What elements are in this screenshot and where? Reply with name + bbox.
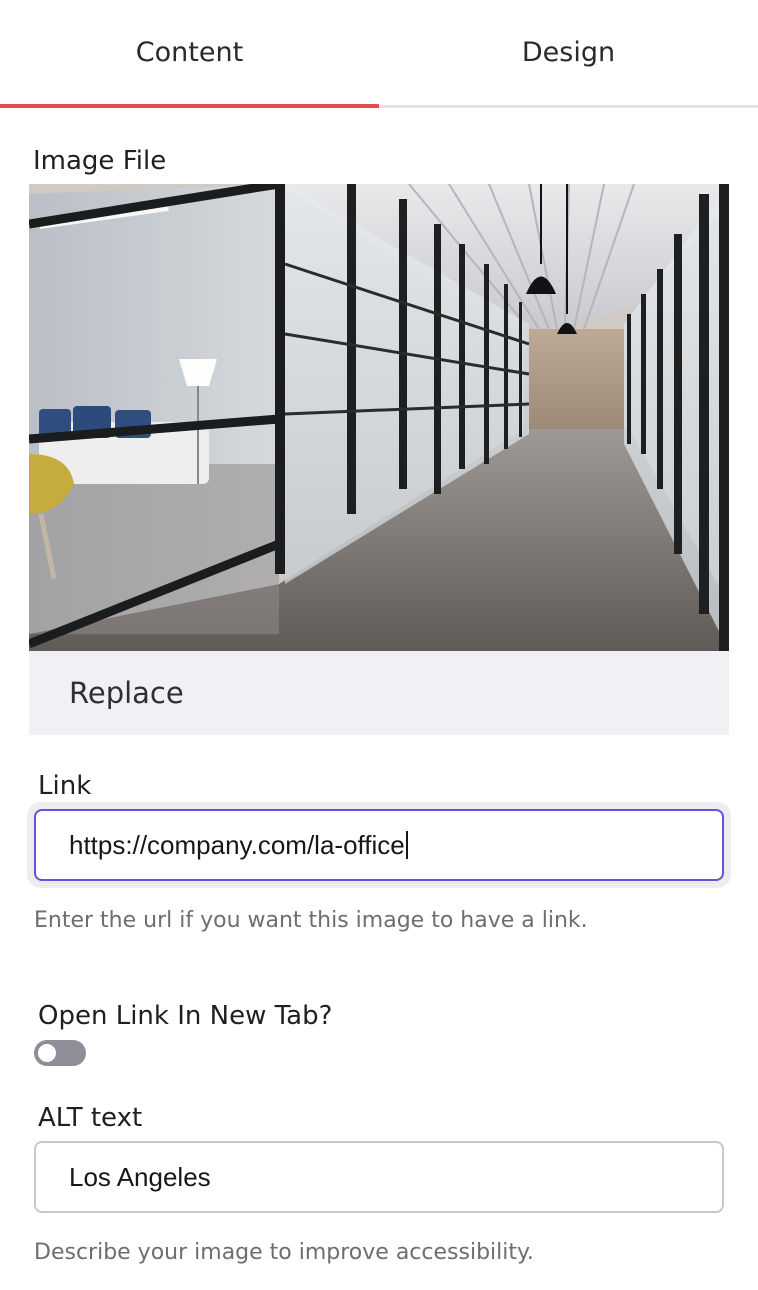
image-preview <box>29 184 729 651</box>
link-label: Link <box>38 771 92 801</box>
link-help-text: Enter the url if you want this image to … <box>34 908 588 933</box>
alt-help-text: Describe your image to improve accessibi… <box>34 1240 534 1265</box>
text-cursor <box>405 831 408 859</box>
replace-image-button[interactable]: Replace <box>29 651 729 735</box>
link-input[interactable]: https://company.com/la-office <box>34 809 724 881</box>
toggle-knob <box>38 1044 56 1062</box>
office-corridor-image <box>29 184 729 651</box>
active-tab-indicator <box>0 104 379 108</box>
replace-label: Replace <box>69 676 184 710</box>
new-tab-label: Open Link In New Tab? <box>38 1001 333 1031</box>
link-input-value: https://company.com/la-office <box>69 829 405 860</box>
alt-text-input[interactable]: Los Angeles <box>34 1141 724 1213</box>
alt-text-value: Los Angeles <box>69 1161 211 1192</box>
tab-content-label: Content <box>135 37 244 68</box>
tab-design-label: Design <box>521 37 616 68</box>
alt-text-label: ALT text <box>38 1103 143 1133</box>
image-file-label: Image File <box>33 146 167 176</box>
tab-divider <box>379 105 758 108</box>
tab-content[interactable]: Content <box>0 0 379 105</box>
tab-design[interactable]: Design <box>379 0 758 105</box>
tab-bar: Content Design <box>0 0 758 110</box>
new-tab-toggle[interactable] <box>34 1040 86 1066</box>
